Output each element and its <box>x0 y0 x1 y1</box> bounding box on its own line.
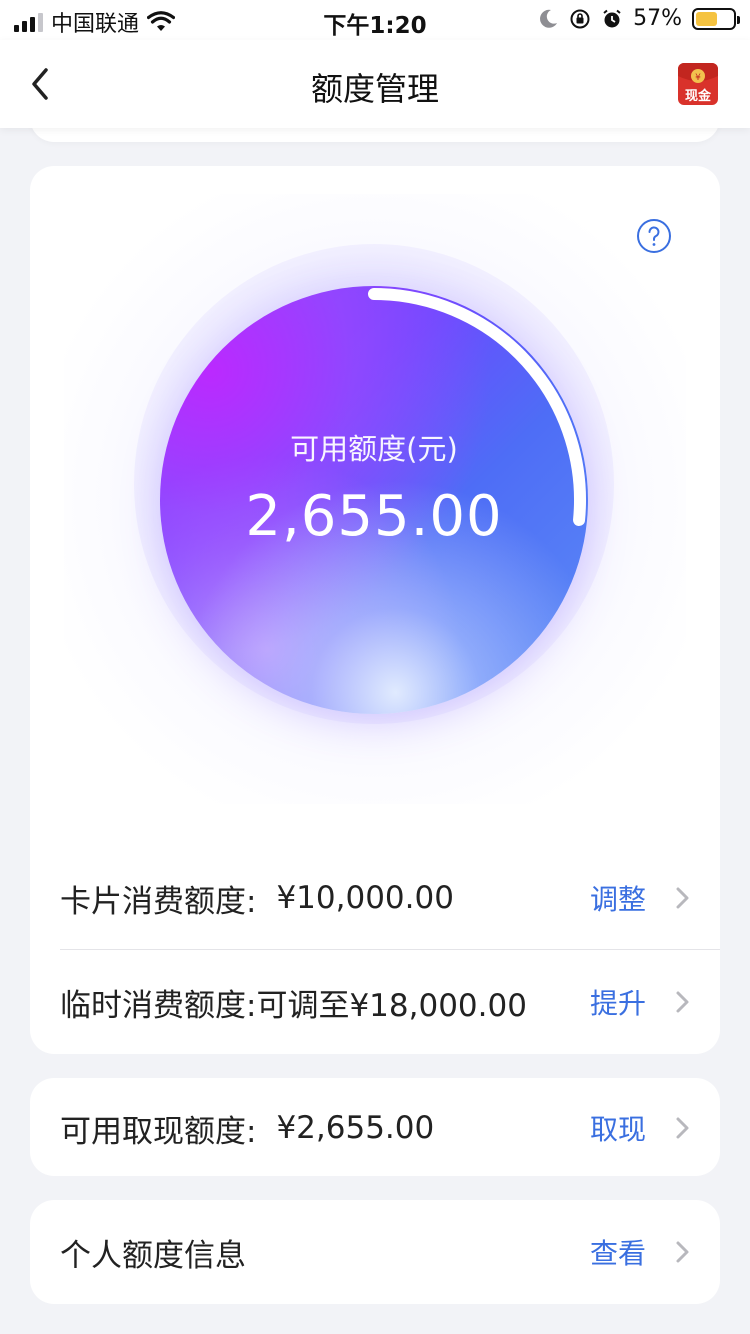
battery-percent: 57% <box>633 6 682 31</box>
limit-card: 可用额度(元) 2,655.00 卡片消费额度: ¥10,000.00 调整 临… <box>30 166 720 1054</box>
available-limit-amount: 2,655.00 <box>245 484 503 549</box>
raise-limit-button[interactable]: 提升 <box>590 982 646 1022</box>
moon-icon <box>540 9 558 28</box>
cash-limit-card: 可用取现额度: ¥2,655.00 取现 <box>30 1078 720 1176</box>
page-title: 额度管理 <box>310 70 439 108</box>
question-circle-icon[interactable] <box>636 218 672 254</box>
cash-limit-label: 可用取现额度: <box>60 1113 257 1150</box>
status-bar: 中国联通 下午1:20 57% <box>0 0 750 40</box>
personal-info-card: 个人额度信息 查看 <box>30 1200 720 1304</box>
view-info-button[interactable]: 查看 <box>590 1232 646 1272</box>
personal-info-row[interactable]: 个人额度信息 查看 <box>60 1202 720 1302</box>
chevron-right-icon <box>676 1241 689 1263</box>
nav-bar: 额度管理 ¥ 现金 <box>0 40 750 128</box>
alarm-icon <box>603 9 621 27</box>
personal-info-label: 个人额度信息 <box>60 1237 246 1274</box>
card-spend-limit-label: 卡片消费额度: <box>60 883 257 920</box>
temp-spend-limit-value: 可调至¥18,000.00 <box>256 987 527 1024</box>
chevron-right-icon <box>676 991 689 1013</box>
temp-spend-limit-label: 临时消费额度: <box>60 987 257 1024</box>
cash-limit-value: ¥2,655.00 <box>276 1110 435 1146</box>
adjust-limit-button[interactable]: 调整 <box>590 878 646 918</box>
chevron-right-icon <box>676 1117 689 1139</box>
status-right: 57% <box>537 6 740 31</box>
card-spend-limit-row[interactable]: 卡片消费额度: ¥10,000.00 调整 <box>60 848 720 948</box>
cash-badge-label: 现金 <box>685 88 712 104</box>
temp-spend-limit-row[interactable]: 临时消费额度: 可调至¥18,000.00 提升 <box>60 952 720 1052</box>
row-divider <box>60 949 720 950</box>
battery-icon <box>692 7 740 30</box>
cash-badge-symbol: ¥ <box>695 73 701 83</box>
cash-limit-row[interactable]: 可用取现额度: ¥2,655.00 取现 <box>60 1078 720 1178</box>
orientation-lock-icon <box>570 9 590 28</box>
chevron-right-icon <box>676 887 689 909</box>
available-limit-label: 可用额度(元) <box>290 432 458 466</box>
credit-gauge: 可用额度(元) 2,655.00 <box>64 194 686 804</box>
card-spend-limit-value: ¥10,000.00 <box>276 880 454 916</box>
cash-redpacket-icon[interactable]: ¥ 现金 <box>674 60 722 108</box>
withdraw-cash-button[interactable]: 取现 <box>590 1108 646 1148</box>
